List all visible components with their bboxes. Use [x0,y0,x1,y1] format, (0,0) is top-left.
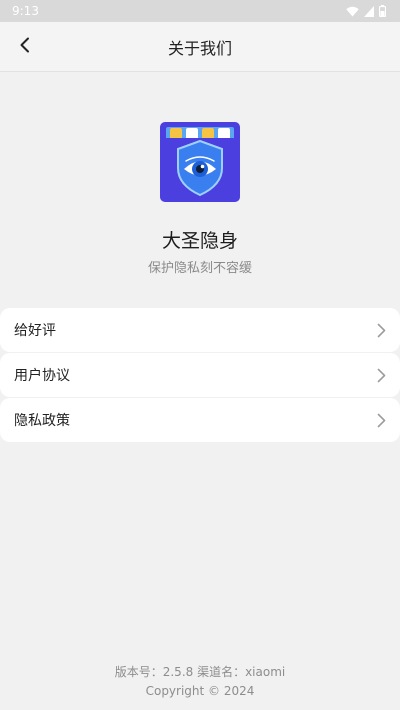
app-name: 大圣隐身 [161,230,238,252]
battery-icon [379,5,386,17]
wifi-icon [346,6,359,17]
chevron-left-icon [18,37,32,57]
app-logo [160,122,240,202]
page-title: 关于我们 [167,38,232,58]
status-icons [346,5,386,17]
signal-icon [364,5,374,17]
chevron-right-icon [377,323,386,338]
back-button[interactable] [8,30,42,64]
user-agreement-item[interactable]: 用户协议 [0,353,400,397]
status-bar: 9:13 [0,0,400,22]
menu-item-label: 隐私政策 [14,413,70,429]
chevron-right-icon [377,368,386,383]
app-bar: 关于我们 [0,22,400,72]
rate-app-item[interactable]: 给好评 [0,308,400,352]
menu-item-label: 用户协议 [14,368,70,384]
menu-item-label: 给好评 [14,323,56,339]
copyright: Copyright © 2024 [145,684,255,698]
about-menu: 给好评 用户协议 隐私政策 [0,308,400,443]
app-slogan: 保护隐私刻不容缓 [147,261,252,276]
privacy-policy-item[interactable]: 隐私政策 [0,398,400,442]
version-info: 版本号：2.5.8 渠道名：xiaomi [114,665,286,679]
status-time: 9:13 [12,4,39,18]
chevron-right-icon [377,413,386,428]
